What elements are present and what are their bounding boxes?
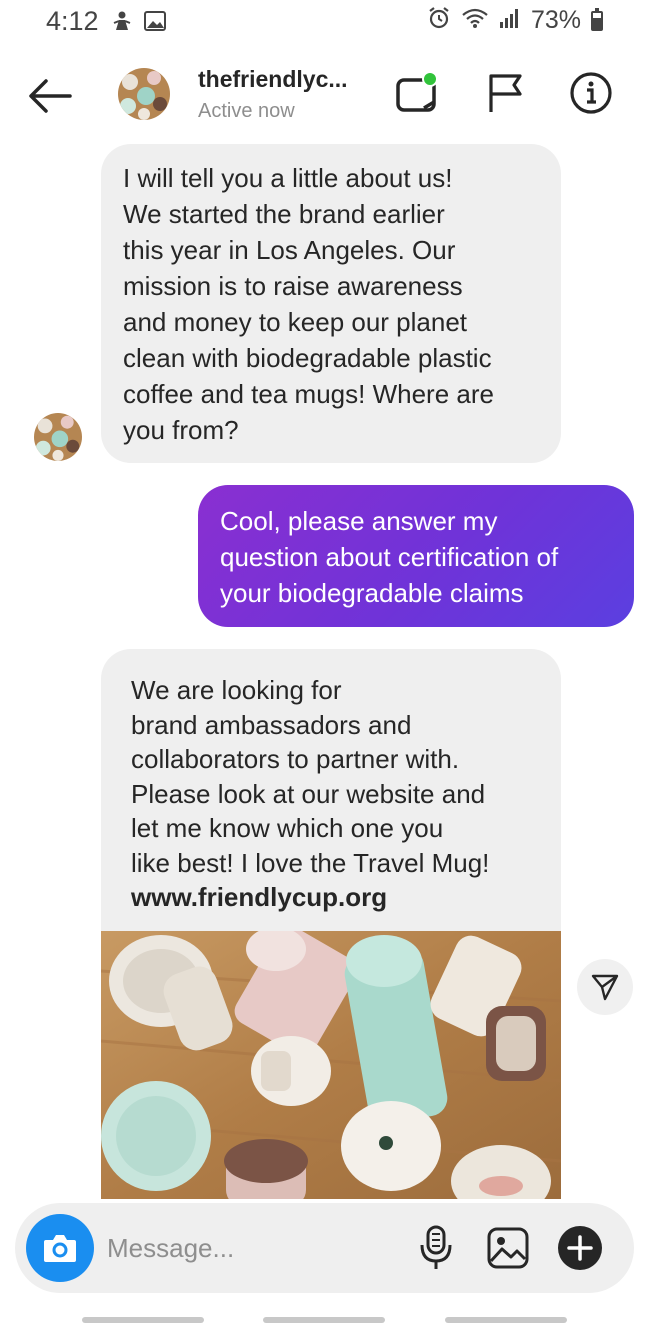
incoming-message[interactable]: I will tell you a little about us! We st… [101, 144, 561, 463]
nav-home[interactable] [263, 1317, 385, 1323]
shared-photo[interactable] [101, 931, 561, 1199]
status-bar: 4:12 73% [0, 0, 649, 46]
flag-icon[interactable] [484, 70, 530, 116]
sender-avatar[interactable] [34, 413, 82, 461]
active-status: Active now [198, 100, 295, 122]
avatar[interactable] [118, 68, 170, 120]
message-input[interactable] [107, 1223, 397, 1273]
message-text: Cool, please answer my question about ce… [220, 506, 559, 608]
share-icon [591, 974, 619, 1001]
message-text: We are looking for brand ambassadors and… [131, 675, 490, 878]
alarm-icon [427, 6, 451, 35]
nav-recents[interactable] [82, 1317, 204, 1323]
battery-percent: 73% [530, 6, 581, 34]
wifi-icon [461, 7, 489, 34]
back-arrow-icon[interactable] [26, 76, 74, 116]
conversation-header: thefriendlyc... Active now [0, 50, 649, 140]
signal-icon [499, 7, 521, 34]
website-link[interactable]: www.friendlycup.org [131, 880, 531, 915]
image-notification-icon [144, 11, 166, 36]
camera-icon [44, 1235, 76, 1262]
share-button[interactable] [577, 959, 633, 1015]
nav-back[interactable] [445, 1317, 567, 1323]
battery-icon [591, 7, 603, 31]
gallery-icon[interactable] [485, 1225, 531, 1271]
status-time: 4:12 [46, 6, 99, 36]
info-icon[interactable] [568, 70, 614, 116]
message-composer [15, 1203, 634, 1293]
incoming-message[interactable]: We are looking for brand ambassadors and… [101, 649, 561, 939]
camera-button[interactable] [26, 1214, 94, 1282]
contact-name[interactable]: thefriendlyc... [198, 66, 348, 93]
microphone-icon[interactable] [413, 1225, 459, 1271]
add-icon[interactable] [557, 1225, 603, 1271]
video-call-icon[interactable] [396, 70, 442, 116]
outgoing-message[interactable]: Cool, please answer my question about ce… [198, 485, 634, 627]
message-text: I will tell you a little about us! We st… [123, 163, 494, 445]
notification-icon [112, 10, 132, 37]
